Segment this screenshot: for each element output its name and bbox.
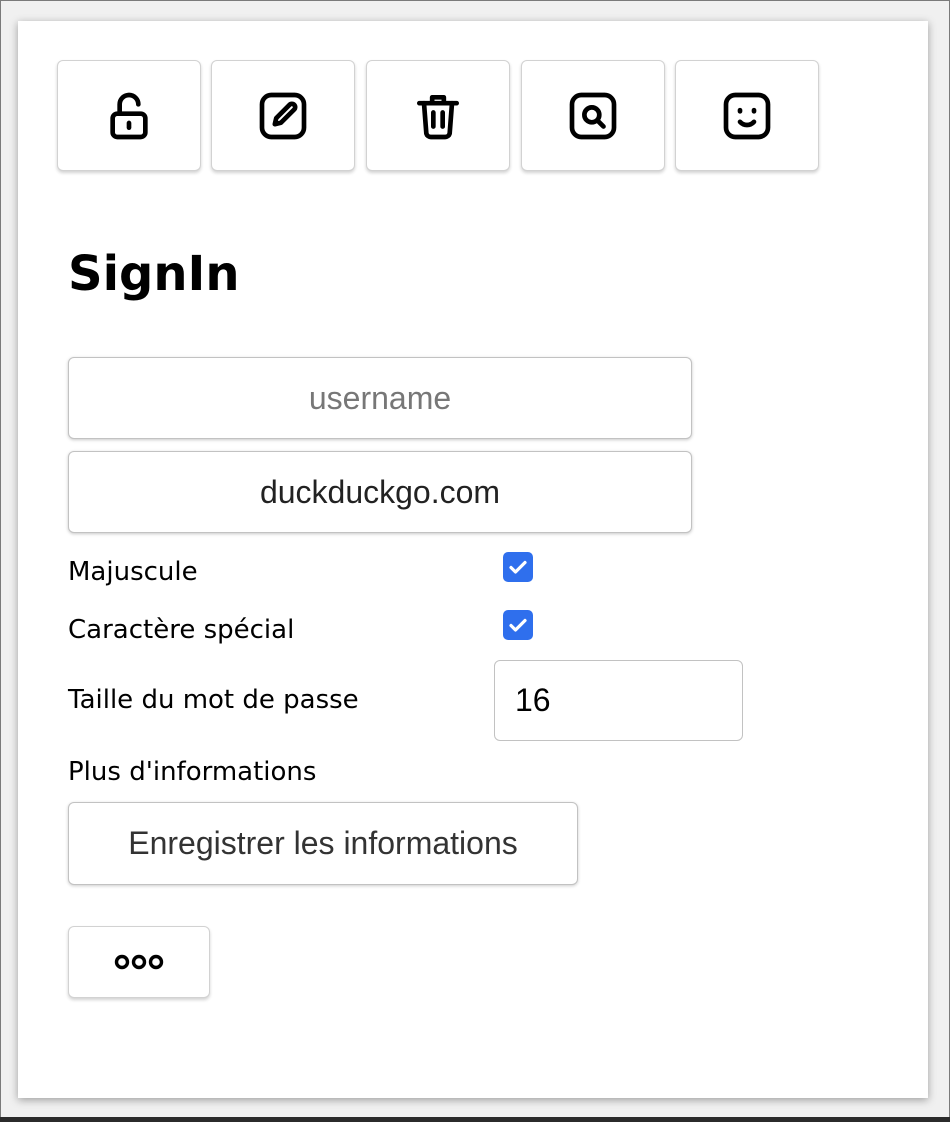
delete-button[interactable] (366, 60, 510, 171)
unlock-icon (110, 92, 148, 139)
smiley-button[interactable] (675, 60, 819, 171)
uppercase-checkbox[interactable] (503, 552, 533, 582)
page-title: SignIn (68, 246, 240, 302)
special-char-label: Caractère spécial (68, 615, 295, 645)
password-length-input[interactable] (494, 660, 743, 741)
checkmark-icon (509, 618, 527, 632)
special-char-checkbox[interactable] (503, 610, 533, 640)
more-options-button[interactable] (68, 926, 210, 998)
trash-icon (417, 94, 459, 139)
save-info-button[interactable]: Enregistrer les informations (68, 802, 578, 885)
password-length-label: Taille du mot de passe (68, 685, 359, 715)
extension-panel: SignIn Majuscule Caractère spécial Taill… (18, 21, 928, 1098)
edit-button[interactable] (211, 60, 355, 171)
more-dots-icon (114, 954, 164, 970)
edit-icon (259, 92, 307, 139)
unlock-button[interactable] (57, 60, 201, 171)
username-input[interactable] (68, 357, 692, 439)
search-button[interactable] (521, 60, 665, 171)
window-bottom-edge (0, 1117, 950, 1122)
checkmark-icon (509, 560, 527, 574)
more-info-label: Plus d'informations (68, 757, 317, 787)
site-input[interactable] (68, 451, 692, 533)
smiley-icon (723, 92, 771, 139)
search-icon (569, 92, 617, 139)
uppercase-label: Majuscule (68, 557, 198, 587)
